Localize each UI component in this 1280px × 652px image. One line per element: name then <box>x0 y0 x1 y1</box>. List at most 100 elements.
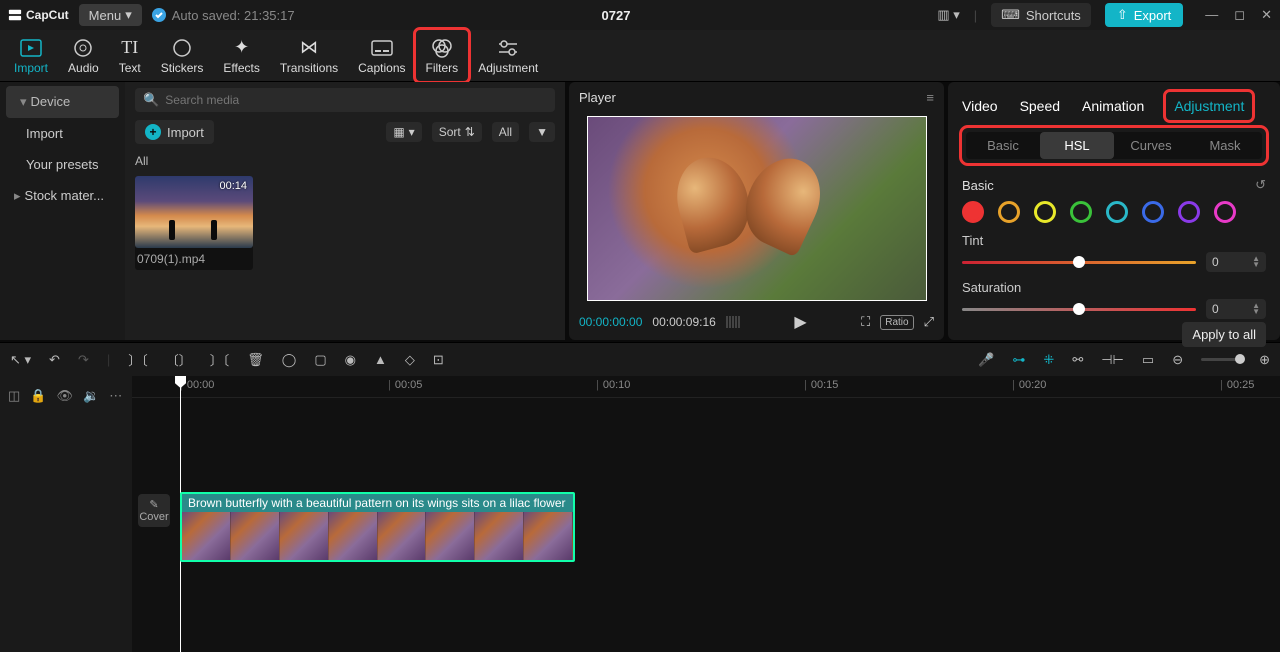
tool-filters[interactable]: Filters <box>416 30 469 81</box>
tab-video[interactable]: Video <box>962 98 998 114</box>
color-green[interactable] <box>1070 201 1092 223</box>
nav-device[interactable]: ▾Device <box>6 86 119 118</box>
stepper-icon[interactable]: ▲▼ <box>1252 256 1260 268</box>
ratio-button[interactable]: Ratio <box>880 315 913 330</box>
tool-import[interactable]: Import <box>4 30 58 81</box>
apply-all-button[interactable]: Apply to all <box>1182 322 1266 347</box>
tool-transitions[interactable]: ⋈ Transitions <box>270 30 348 81</box>
fullscreen-icon[interactable]: ⤢ <box>924 314 934 330</box>
menu-button[interactable]: Menu ▾ <box>79 4 142 26</box>
redo-icon[interactable]: ↷ <box>78 352 89 368</box>
search-media[interactable]: 🔍 <box>135 88 555 112</box>
time-total: 00:00:09:16 <box>652 315 715 329</box>
tool-text[interactable]: TI Text <box>109 30 151 81</box>
color-orange[interactable] <box>998 201 1020 223</box>
player-frame[interactable] <box>587 116 927 301</box>
shield-icon[interactable]: ◯ <box>282 352 297 368</box>
saturation-value[interactable]: 0▲▼ <box>1206 299 1266 319</box>
color-red[interactable] <box>962 201 984 223</box>
color-cyan[interactable] <box>1106 201 1128 223</box>
player-menu-icon[interactable]: ≡ <box>926 90 934 105</box>
color-blue[interactable] <box>1142 201 1164 223</box>
zoom-in-icon[interactable]: ⊕ <box>1259 352 1270 368</box>
preview-icon[interactable]: ▭ <box>1142 352 1154 368</box>
layout-icon[interactable]: ▥ ▾ <box>937 7 959 23</box>
color-magenta[interactable] <box>1214 201 1236 223</box>
tool-label: Import <box>14 61 48 75</box>
timeline-tracks[interactable]: 00:00 00:05 00:10 00:15 00:20 00:25 Brow… <box>132 376 1280 652</box>
tint-value[interactable]: 0▲▼ <box>1206 252 1266 272</box>
pointer-tool[interactable]: ↖ ▾ <box>10 352 31 368</box>
export-button[interactable]: ⇧ Export <box>1105 3 1183 27</box>
lock-icon[interactable]: 🔒 <box>30 388 46 404</box>
stepper-icon[interactable]: ▲▼ <box>1252 303 1260 315</box>
tool-effects[interactable]: ✦ Effects <box>213 30 269 81</box>
tool-adjustment[interactable]: Adjustment <box>468 30 548 81</box>
subtab-basic[interactable]: Basic <box>966 132 1040 159</box>
nav-stock[interactable]: ▸Stock mater... <box>0 180 125 212</box>
search-input[interactable] <box>165 93 547 107</box>
more-icon[interactable]: ⋯ <box>109 388 122 404</box>
slider-thumb[interactable] <box>1073 256 1085 268</box>
tint-slider[interactable] <box>962 261 1196 264</box>
tool-audio[interactable]: Audio <box>58 30 109 81</box>
reset-icon[interactable]: ↺ <box>1255 177 1266 193</box>
zoom-out-icon[interactable]: ⊖ <box>1172 352 1183 368</box>
media-tab-all[interactable]: All <box>135 154 555 168</box>
zoom-slider[interactable] <box>1201 358 1241 361</box>
sort-button[interactable]: Sort ⇅ <box>432 122 482 142</box>
timeline-ruler[interactable]: 00:00 00:05 00:10 00:15 00:20 00:25 <box>132 376 1280 398</box>
rotate-icon[interactable]: ◇ <box>405 352 415 368</box>
split-icon[interactable]: 〕〔 <box>128 350 148 369</box>
undo-icon[interactable]: ↶ <box>49 352 60 368</box>
color-purple[interactable] <box>1178 201 1200 223</box>
subtab-curves[interactable]: Curves <box>1114 132 1188 159</box>
eye-icon[interactable]: 👁 <box>56 388 73 404</box>
video-clip[interactable]: Brown butterfly with a beautiful pattern… <box>180 492 575 562</box>
media-area: 🔍 + Import ▦▾ Sort ⇅ All ▼ All 00:14 070… <box>125 82 565 340</box>
filter-icon-button[interactable]: ▼ <box>529 122 555 142</box>
color-yellow[interactable] <box>1034 201 1056 223</box>
close-icon[interactable]: ✕ <box>1261 7 1272 23</box>
collapse-icon[interactable]: ◫ <box>8 388 20 404</box>
text-icon: TI <box>121 37 138 59</box>
tab-adjustment[interactable]: Adjustment <box>1166 92 1252 120</box>
maximize-icon[interactable]: ◻ <box>1234 7 1245 23</box>
crop-icon[interactable]: ▢ <box>314 352 326 368</box>
nav-presets[interactable]: Your presets <box>0 149 125 180</box>
slider-thumb[interactable] <box>1073 303 1085 315</box>
scan-icon[interactable]: ⛶ <box>861 314 870 330</box>
speed-icon[interactable]: ◉ <box>345 352 356 368</box>
mute-icon[interactable]: 🔉 <box>83 388 99 404</box>
play-icon[interactable]: ▶ <box>794 312 806 332</box>
mic-icon[interactable]: 🎤 <box>978 352 994 368</box>
link-icon[interactable]: ⚯ <box>1072 352 1083 368</box>
saturation-slider[interactable] <box>962 308 1196 311</box>
delete-icon[interactable]: 🗑 <box>247 352 264 368</box>
trim-right-icon[interactable]: 〕〔 <box>210 350 230 369</box>
crop2-icon[interactable]: ⊡ <box>433 352 444 368</box>
tool-stickers[interactable]: Stickers <box>151 30 214 81</box>
tab-animation[interactable]: Animation <box>1082 98 1144 114</box>
stickers-icon <box>172 37 192 59</box>
autosave-text: Auto saved: 21:35:17 <box>172 8 295 23</box>
magnet-icon[interactable]: ⊶ <box>1012 352 1025 368</box>
tab-speed[interactable]: Speed <box>1020 98 1060 114</box>
minimize-icon[interactable]: — <box>1205 7 1218 23</box>
align-icon[interactable]: ⊣⊢ <box>1101 352 1124 368</box>
snap-icon[interactable]: ⁜ <box>1043 352 1054 368</box>
export-label: Export <box>1134 8 1172 23</box>
import-button[interactable]: + Import <box>135 120 214 144</box>
mirror-icon[interactable]: ▲ <box>374 352 387 367</box>
tool-captions[interactable]: Captions <box>348 30 415 81</box>
subtab-hsl[interactable]: HSL <box>1040 132 1114 159</box>
filter-all-button[interactable]: All <box>492 122 519 142</box>
audio-icon <box>73 37 93 59</box>
subtab-mask[interactable]: Mask <box>1188 132 1262 159</box>
tool-label: Captions <box>358 61 405 75</box>
view-grid-button[interactable]: ▦▾ <box>386 122 421 142</box>
nav-import[interactable]: Import <box>0 118 125 149</box>
shortcuts-button[interactable]: ⌨ Shortcuts <box>991 3 1091 27</box>
media-thumbnail[interactable]: 00:14 0709(1).mp4 <box>135 176 253 270</box>
trim-left-icon[interactable]: 〔〕 <box>166 350 192 369</box>
